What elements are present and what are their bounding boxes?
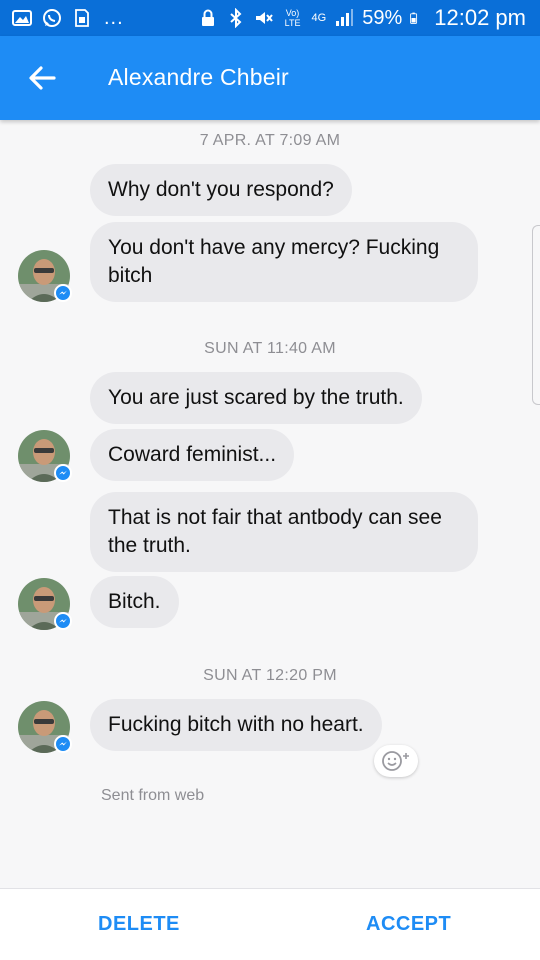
lock-icon <box>201 9 214 26</box>
sim-icon <box>75 9 89 27</box>
battery-percent: 59% <box>362 6 403 29</box>
message-bubble[interactable]: Fucking bitch with no heart. <box>90 699 382 751</box>
volte-icon: Vo) LTE <box>284 8 301 28</box>
whatsapp-icon <box>43 9 61 27</box>
messenger-badge-icon <box>54 464 72 482</box>
arrow-left-icon[interactable] <box>26 62 58 94</box>
message-bubble[interactable]: You don't have any mercy? Fucking bitch <box>90 222 478 302</box>
scroll-handle[interactable] <box>532 225 540 405</box>
message-bubble[interactable]: Bitch. <box>90 576 179 628</box>
message-bubble[interactable]: You are just scared by the truth. <box>90 372 422 424</box>
status-bar: ... Vo) LTE 4G 59% 12:02 pm <box>0 0 540 36</box>
accept-button[interactable]: ACCEPT <box>366 913 451 936</box>
status-left: ... <box>12 0 124 36</box>
app-bar: Alexandre Chbeir <box>0 36 540 120</box>
status-more: ... <box>104 6 124 29</box>
status-time: 12:02 pm <box>434 5 526 30</box>
request-action-bar: DELETE ACCEPT <box>0 888 540 960</box>
gallery-icon <box>12 10 32 26</box>
message-bubble[interactable]: That is not fair that antbody can see th… <box>90 492 478 572</box>
message-bubble[interactable]: Coward feminist... <box>90 429 295 481</box>
signal-icon <box>336 9 354 26</box>
smiley-plus-icon <box>382 751 409 771</box>
avatar[interactable] <box>18 430 72 482</box>
messenger-badge-icon <box>54 284 72 302</box>
delete-button[interactable]: DELETE <box>98 913 180 936</box>
avatar[interactable] <box>18 578 72 630</box>
4g-icon: 4G <box>311 12 327 24</box>
react-button[interactable] <box>374 745 418 777</box>
battery-icon <box>410 12 418 24</box>
timestamp: SUN AT 12:20 PM <box>203 667 337 684</box>
conversation-title: Alexandre Chbeir <box>108 64 289 90</box>
messenger-badge-icon <box>54 612 72 630</box>
message-bubble[interactable]: Why don't you respond? <box>90 164 352 216</box>
messenger-badge-icon <box>54 735 72 753</box>
timestamp: SUN AT 11:40 AM <box>204 340 336 357</box>
mute-icon <box>255 12 273 24</box>
avatar[interactable] <box>18 250 72 302</box>
timestamp: 7 APR. AT 7:09 AM <box>199 132 341 149</box>
status-right: Vo) LTE 4G 59% 12:02 pm <box>198 0 526 36</box>
avatar[interactable] <box>18 701 72 753</box>
sent-from-label: Sent from web <box>101 787 205 804</box>
bluetooth-icon <box>229 8 242 28</box>
